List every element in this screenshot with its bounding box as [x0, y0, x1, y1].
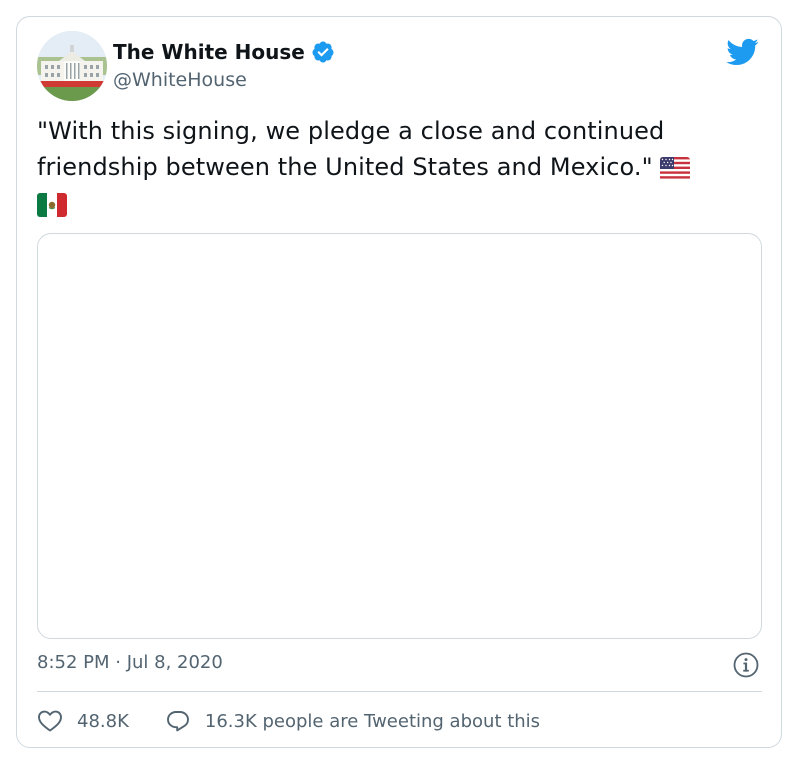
- tweet-timestamp[interactable]: 8:52 PM · Jul 8, 2020: [37, 649, 223, 677]
- tweet-card[interactable]: The White House @WhiteHouse "With this s…: [16, 16, 782, 748]
- info-icon[interactable]: [733, 652, 759, 678]
- author-handle[interactable]: @WhiteHouse: [113, 67, 247, 93]
- conversation-button[interactable]: 16.3K people are Tweeting about this: [165, 709, 540, 733]
- divider: [37, 691, 762, 692]
- reply-bubble-icon: [166, 711, 189, 732]
- us-flag-icon: [660, 157, 691, 181]
- verified-badge-icon: [311, 40, 335, 64]
- like-button[interactable]: 48.8K: [37, 709, 129, 733]
- avatar[interactable]: [37, 31, 107, 101]
- embedded-media[interactable]: [37, 233, 762, 639]
- white-house-photo: [37, 31, 107, 101]
- heart-icon: [38, 710, 62, 732]
- twitter-bird-icon[interactable]: [725, 37, 759, 67]
- conversation-label: 16.3K people are Tweeting about this: [204, 710, 541, 732]
- tweet-body: "With this signing, we pledge a close an…: [37, 117, 665, 181]
- like-count: 48.8K: [77, 710, 129, 732]
- author-name[interactable]: The White House: [113, 39, 305, 65]
- tweet-actions: 48.8K 16.3K people are Tweeting about th…: [37, 705, 540, 737]
- mexico-flag-icon: [37, 193, 67, 217]
- author-row: The White House: [113, 39, 335, 65]
- tweet-text: "With this signing, we pledge a close an…: [37, 113, 757, 221]
